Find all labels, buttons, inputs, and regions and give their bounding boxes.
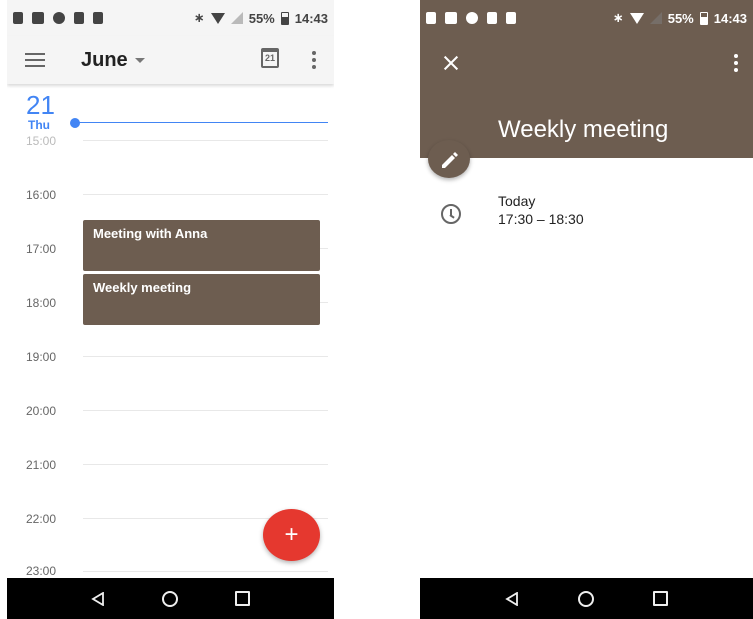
signal-icon [649,12,662,24]
event-title: Weekly meeting [498,116,669,143]
battery-icon [280,11,289,25]
hour-label: 22:00 [26,512,57,526]
edit-button[interactable] [428,140,470,178]
recents-icon[interactable] [235,591,251,606]
calendar-today-icon[interactable]: 21 [261,48,279,68]
wifi-icon [629,12,644,24]
event-detail-screen: ∗ 55% 14:43 Weekly meeting Today 17:30 –… [420,0,753,619]
hour-line [83,194,328,195]
clock-icon [441,204,461,224]
battery-percent: 55% [667,10,694,26]
event-weekly-meeting[interactable]: Weekly meeting [83,274,320,325]
event-time-range: 17:30 – 18:30 [498,211,584,227]
home-icon[interactable] [577,590,594,607]
chevron-down-icon[interactable] [134,57,145,63]
hour-label: 18:00 [26,296,57,310]
back-icon[interactable] [504,591,519,606]
hour-line [83,356,328,357]
chat-icon [53,12,65,24]
clock-time: 14:43 [713,10,747,26]
more-icon[interactable] [312,51,316,69]
menu-icon[interactable] [25,53,45,67]
hour-line [83,140,328,141]
status-bar: ∗ 55% 14:43 [420,0,753,36]
sd-card-icon [506,12,516,24]
hour-label: 17:00 [26,242,57,256]
hour-label: 16:00 [26,188,57,202]
battery-percent: 55% [248,10,275,26]
signal-icon [230,12,243,24]
bluetooth-icon: ∗ [612,10,624,25]
home-icon[interactable] [161,590,178,607]
chat-icon [466,12,478,24]
hour-label: 15:00 [26,134,57,148]
add-event-button[interactable]: + [263,509,320,561]
event-day: Today [498,193,536,209]
hour-line [83,571,328,572]
status-bar: ∗ 55% 14:43 [7,0,334,36]
bluetooth-icon: ∗ [193,10,205,25]
hour-label: 21:00 [26,458,57,472]
image-icon [32,12,44,24]
more-icon[interactable] [734,54,738,72]
calendar-screen: ∗ 55% 14:43 June 21 21 Thu 15:00 16:00 1… [7,0,334,619]
month-selector[interactable]: June [81,49,128,72]
clock-time: 14:43 [294,10,328,26]
hour-line [83,464,328,465]
day-number: 21 [26,90,55,120]
current-time-line [79,122,328,123]
recents-icon[interactable] [653,591,669,606]
hour-line [83,410,328,411]
event-meeting-with-anna[interactable]: Meeting with Anna [83,220,320,271]
wifi-icon [210,12,225,24]
hour-label: 23:00 [26,564,57,578]
battery-icon [699,11,708,25]
hour-label: 20:00 [26,404,57,418]
hour-label: 19:00 [26,350,57,364]
edit-icon [442,152,458,168]
close-icon[interactable] [442,54,460,72]
back-icon[interactable] [90,591,105,606]
nav-bar [420,578,753,619]
nav-bar [7,578,334,619]
sd-card-icon [93,12,103,24]
sim-icon [487,12,497,24]
sim-icon [74,12,84,24]
upload-icon [426,12,436,24]
day-name: Thu [28,118,50,132]
image-icon [445,12,457,24]
app-bar: June 21 [7,36,334,84]
upload-icon [13,12,23,24]
current-time-dot [70,118,80,128]
add-icon: + [284,521,299,548]
